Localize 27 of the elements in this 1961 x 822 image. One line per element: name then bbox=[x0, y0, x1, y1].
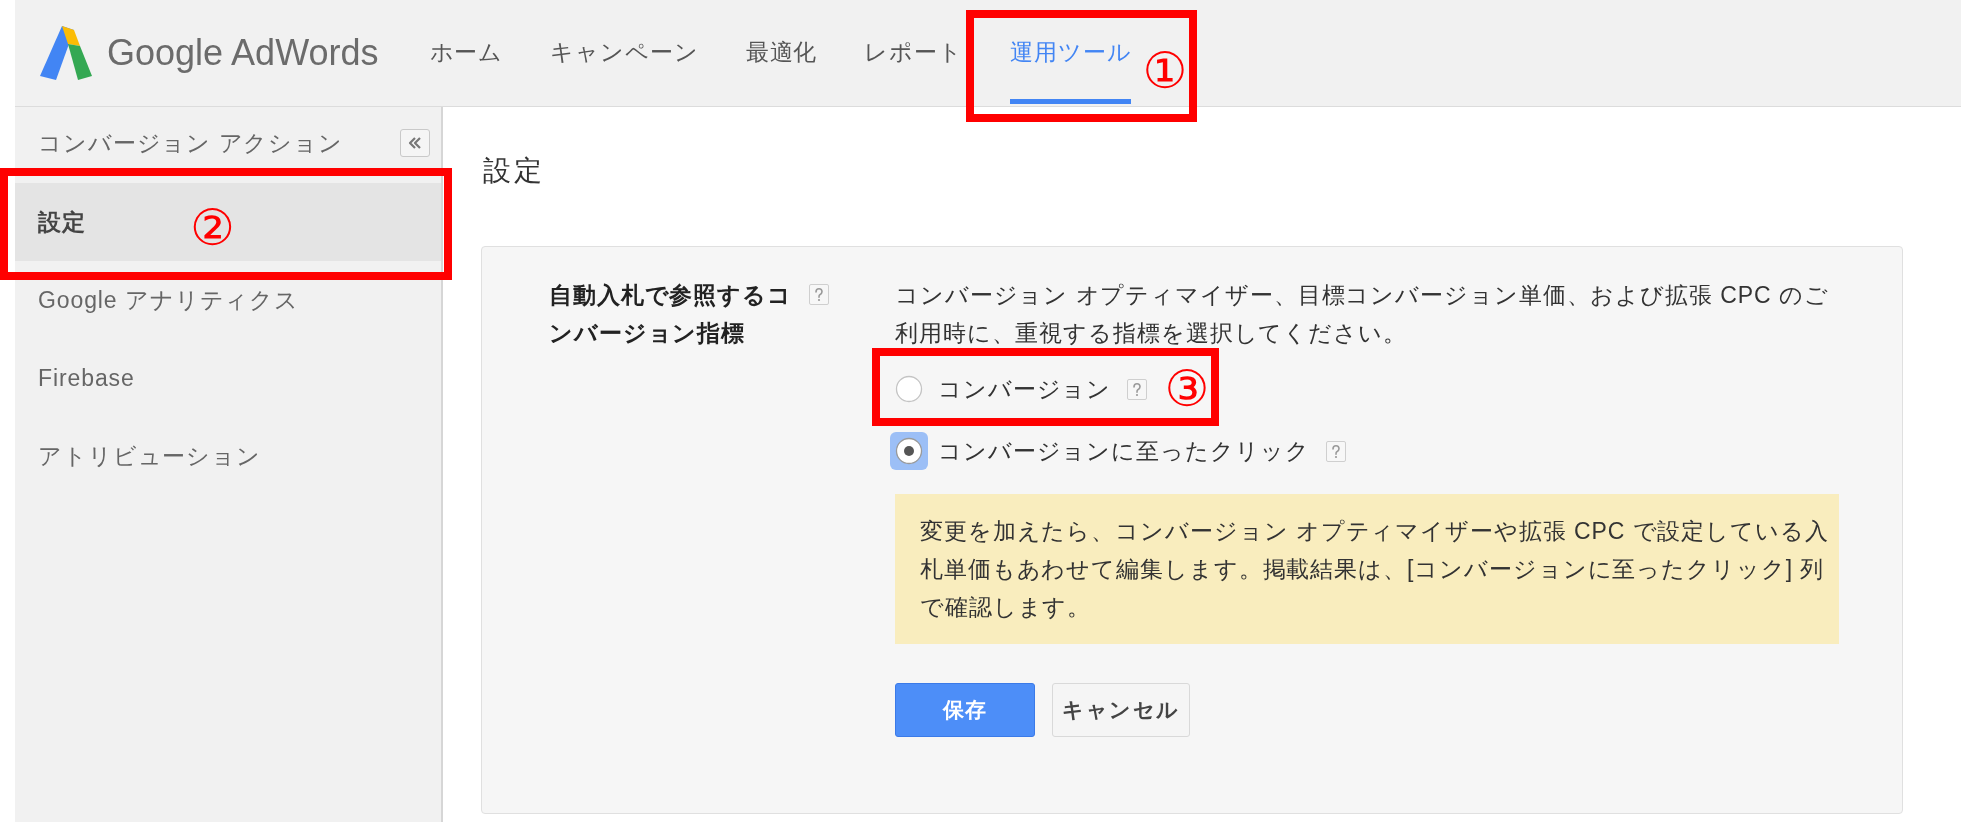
sidebar-item[interactable]: Firebase bbox=[15, 339, 441, 417]
help-icon[interactable] bbox=[1325, 440, 1346, 462]
setting-label: 自動入札で参照するコンバージョン指標 bbox=[549, 281, 793, 348]
collapse-button[interactable] bbox=[400, 129, 430, 157]
help-icon[interactable] bbox=[1127, 378, 1148, 400]
help-icon[interactable] bbox=[809, 284, 829, 305]
cancel-button[interactable]: キャンセル bbox=[1052, 683, 1190, 737]
nav-tab[interactable]: キャンペーン bbox=[550, 0, 699, 104]
option-label[interactable]: コンバージョン bbox=[938, 371, 1112, 407]
step-number: ③ bbox=[1164, 365, 1210, 413]
radio-button[interactable] bbox=[890, 432, 928, 470]
nav-tab[interactable]: ホーム bbox=[429, 0, 504, 104]
step-number: ② bbox=[190, 204, 235, 252]
nav-tab[interactable]: レポート bbox=[864, 0, 963, 104]
logo-icon bbox=[40, 26, 92, 80]
notice-message: 変更を加えたら、コンバージョン オプティマイザーや拡張 CPC で設定している入札単価もあわせて編集します。掲載結果は、[コンバージョンに至ったクリック] 列で確認します。 bbox=[895, 494, 1839, 644]
setting-description: コンバージョン オプティマイザー、目標コンバージョン単価、および拡張 CPC のご利用時に、重視する指標を選択してください。 bbox=[895, 281, 1830, 348]
sidebar-item[interactable]: アトリビューション bbox=[15, 417, 441, 495]
logo-text: Google AdWords bbox=[107, 31, 379, 75]
nav-tab[interactable]: 最適化 bbox=[745, 0, 818, 104]
sidebar-title: コンバージョン アクション bbox=[38, 128, 344, 158]
sidebar-item[interactable]: Google アナリティクス bbox=[15, 261, 441, 339]
step-number: ① bbox=[1142, 47, 1188, 95]
page-heading: 設定 bbox=[483, 154, 546, 188]
option-label[interactable]: コンバージョンに至ったクリック bbox=[938, 433, 1310, 469]
radio-button[interactable] bbox=[895, 375, 923, 403]
double-chevron-left-icon bbox=[408, 136, 422, 150]
